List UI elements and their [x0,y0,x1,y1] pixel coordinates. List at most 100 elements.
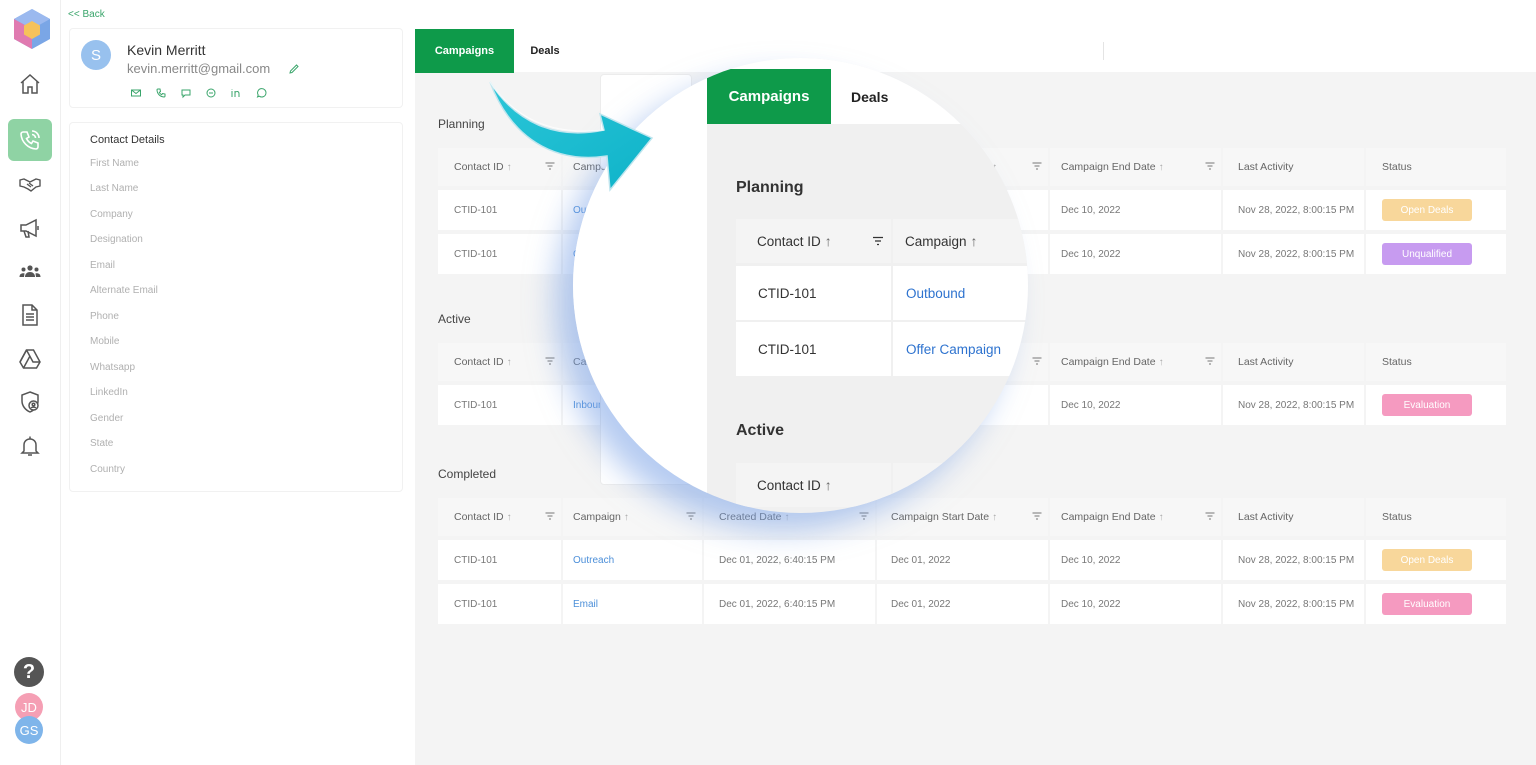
field-email: Email [90,260,116,271]
nav-teams[interactable] [8,250,52,292]
field-gender: Gender [90,413,124,424]
magnified-cell-campaign-link[interactable]: Outbound [906,266,965,320]
sort-arrow-icon[interactable]: ↑ [1159,162,1164,173]
table-row[interactable]: CTID-101 Email Dec 01, 2022, 6:40:15 PM Dec… [438,584,1506,624]
tab-deals[interactable]: Deals [514,29,576,73]
nav-deals[interactable] [8,163,52,205]
magnified-tab-campaigns[interactable]: Campaigns [707,69,831,124]
cell-campaign-end-date: Dec 10, 2022 [1050,234,1223,274]
field-company: Company [90,209,133,220]
help-button[interactable]: ? [14,657,44,687]
header-campaign-end-date[interactable]: Campaign End Date ↑ [1050,148,1223,186]
magnified-section-active: Active [736,422,785,439]
sort-arrow-icon[interactable]: ↑ [784,512,789,523]
nav-notifications[interactable] [8,425,52,467]
filter-icon[interactable] [1205,357,1215,365]
contact-email: kevin.merritt@gmail.com [127,61,271,76]
cell-status: Evaluation [1366,385,1506,425]
cell-contact-id: CTID-101 [438,190,563,230]
nav-campaigns[interactable] [8,207,52,249]
filter-icon[interactable] [1032,162,1042,170]
tab-campaigns[interactable]: Campaigns [415,29,514,73]
magnified-table-header: Contact ID ↑ [736,463,1028,507]
avatar-gs[interactable]: GS [15,716,43,744]
chat-icon[interactable] [180,86,192,99]
app-logo-icon[interactable] [13,8,51,50]
magnified-table-row[interactable]: CTID-101 Offer Campaign [736,322,1028,376]
filter-icon[interactable] [686,512,696,520]
header-status: Status [1366,148,1506,186]
sort-arrow-icon[interactable]: ↑ [507,512,512,523]
status-badge: Unqualified [1382,243,1472,265]
cell-status: Evaluation [1366,584,1506,624]
cell-last-activity: Nov 28, 2022, 8:00:15 PM [1223,540,1366,580]
header-label: Contact ID [454,356,504,368]
header-last-activity[interactable]: Last Activity [1223,498,1366,536]
field-whatsapp: Whatsapp [90,362,136,373]
divider [891,463,893,507]
cell-campaign-end-date: Dec 10, 2022 [1050,190,1223,230]
pencil-icon[interactable] [288,63,300,75]
section-title-planning: Planning [438,117,485,131]
divider [891,219,893,263]
handshake-icon [19,178,41,192]
header-label: Last Activity [1238,161,1294,173]
mail-icon[interactable] [130,86,142,98]
magnified-header-campaign[interactable]: Campaign ↑ [905,219,978,263]
sort-arrow-icon[interactable]: ↑ [1159,512,1164,523]
magnified-section-planning: Planning [736,179,804,196]
back-link[interactable]: << Back [68,9,105,20]
sort-arrow-icon[interactable]: ↑ [992,512,997,523]
cell-last-activity: Nov 28, 2022, 8:00:15 PM [1223,584,1366,624]
cell-campaign[interactable]: Email [563,584,704,624]
filter-icon[interactable] [1205,512,1215,520]
header-contact-id[interactable]: Contact ID ↑ [438,498,563,536]
header-campaign-end-date[interactable]: Campaign End Date ↑ [1050,498,1223,536]
status-badge: Evaluation [1382,394,1472,416]
whatsapp-icon[interactable] [255,86,267,98]
team-icon [19,265,41,277]
magnified-cell-campaign-link[interactable]: Offer Campaign [906,322,1001,376]
magnified-table-row[interactable]: CTID-101 Outbound [736,266,1028,320]
header-last-activity[interactable]: Last Activity [1223,148,1366,186]
cell-created-date: Dec 01, 2022, 6:40:15 PM [704,540,877,580]
contact-panel: << Back S Kevin Merritt kevin.merritt@gm… [61,0,415,765]
magnified-header-contact-id[interactable]: Contact ID ↑ [757,219,832,263]
contact-details-title: Contact Details [90,134,165,146]
contact-channels [130,86,267,99]
nav-documents[interactable] [8,294,52,336]
header-last-activity[interactable]: Last Activity [1223,343,1366,381]
status-badge: Evaluation [1382,593,1472,615]
header-campaign-end-date[interactable]: Campaign End Date ↑ [1050,343,1223,381]
magnified-tab-deals[interactable]: Deals [851,69,888,124]
filter-icon[interactable] [1205,162,1215,170]
cell-campaign[interactable]: Outreach [563,540,704,580]
header-label: Campaign End Date [1061,511,1156,523]
filter-icon[interactable] [1032,357,1042,365]
filter-icon[interactable] [859,512,869,520]
sort-arrow-icon[interactable]: ↑ [507,357,512,368]
nav-drive[interactable] [8,338,52,380]
nav-admin[interactable] [8,381,52,423]
section-title-completed: Completed [438,467,497,481]
header-contact-id[interactable]: Contact ID ↑ [438,343,563,381]
cell-contact-id: CTID-101 [438,540,563,580]
cell-status: Open Deals [1366,540,1506,580]
magnified-header-contact-id[interactable]: Contact ID ↑ [757,463,832,507]
call-icon[interactable] [155,86,167,98]
nav-home[interactable] [8,63,52,105]
cell-status: Open Deals [1366,190,1506,230]
sort-arrow-icon[interactable]: ↑ [624,512,629,523]
message-icon[interactable] [205,86,217,98]
nav-contacts[interactable] [8,119,52,161]
divider [1103,42,1104,60]
sort-arrow-icon[interactable]: ↑ [1159,357,1164,368]
filter-icon[interactable] [1032,512,1042,520]
filter-icon[interactable] [545,512,555,520]
table-row[interactable]: CTID-101 Outreach Dec 01, 2022, 6:40:15 PM… [438,540,1506,580]
filter-icon[interactable] [545,357,555,365]
cell-campaign-end-date: Dec 10, 2022 [1050,584,1223,624]
linkedin-icon[interactable] [230,86,242,98]
filter-icon[interactable] [872,236,884,246]
divider [891,266,893,320]
